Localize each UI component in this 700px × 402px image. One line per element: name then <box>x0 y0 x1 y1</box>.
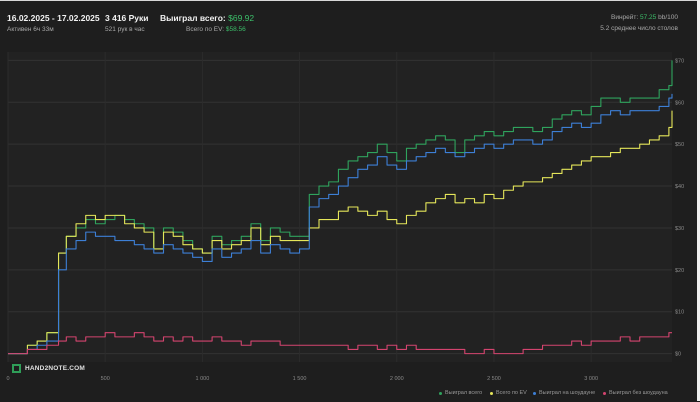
legend-label-ev: Всего по EV <box>496 390 527 396</box>
legend-dot-ev <box>490 391 493 395</box>
x-tick-label: 2 500 <box>487 376 501 382</box>
legend-item-showdown[interactable]: Выиграл на шоудауне <box>533 390 595 396</box>
y-tick-label: $30 <box>675 226 684 232</box>
legend-label-non-showdown: Выиграл без шоудауна <box>609 390 668 396</box>
hand2note-logo-icon <box>12 364 21 373</box>
legend-item-total[interactable]: Выиграл всего <box>439 390 482 396</box>
x-tick-label: 0 <box>6 376 9 382</box>
results-chart[interactable]: $0 $10 $20 $30 $40 $50 $60 $70 0 500 1 000 1 500 2 0… <box>0 0 700 401</box>
y-tick-label: $70 <box>675 58 684 64</box>
legend-item-ev[interactable]: Всего по EV <box>490 390 527 396</box>
y-tick-label: $0 <box>675 352 681 358</box>
x-tick-label: 1 000 <box>195 376 209 382</box>
plot-area <box>8 52 672 362</box>
x-tick-label: 3 000 <box>584 376 598 382</box>
legend-label-showdown: Выиграл на шоудауне <box>539 390 596 396</box>
hand2note-logo: HAND2NOTE.COM <box>12 364 85 373</box>
y-tick-label: $40 <box>675 184 684 190</box>
x-tick-label: 1 500 <box>293 376 307 382</box>
x-tick-label: 500 <box>101 376 110 382</box>
y-tick-label: $50 <box>675 142 684 148</box>
logo-text: HAND2NOTE.COM <box>25 365 86 372</box>
legend-dot-total <box>439 391 442 395</box>
legend-dot-non-showdown <box>603 391 606 395</box>
legend-label-total: Выиграл всего <box>445 390 483 396</box>
y-tick-label: $20 <box>675 268 684 274</box>
legend-dot-showdown <box>533 391 536 395</box>
y-tick-label: $10 <box>675 310 684 316</box>
y-tick-label: $60 <box>675 100 684 106</box>
x-tick-label: 2 000 <box>390 376 404 382</box>
legend-item-non-showdown[interactable]: Выиграл без шоудауна <box>603 390 668 396</box>
